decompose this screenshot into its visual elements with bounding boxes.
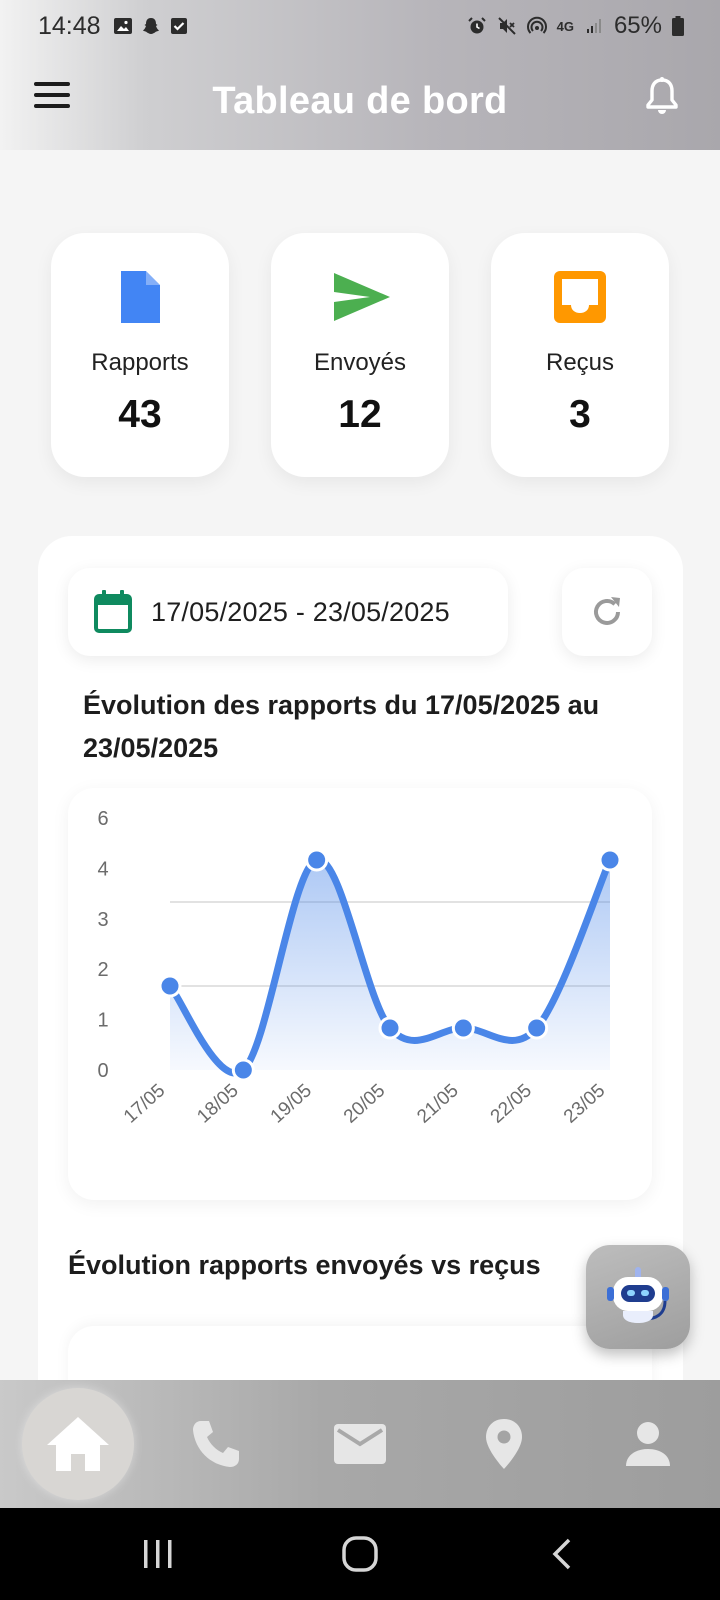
page-title: Tableau de bord	[212, 79, 508, 122]
x-tick-label: 18/05	[193, 1080, 242, 1127]
data-point	[305, 848, 329, 872]
menu-icon[interactable]	[34, 82, 70, 112]
line-chart: 0 1 2 3 4 6 17/05 18/05 19/05 20/05 21/05 22/05 23/0…	[97, 808, 622, 1128]
inbox-icon	[554, 271, 606, 323]
send-icon	[334, 273, 390, 321]
nav-item-home[interactable]	[22, 1380, 134, 1508]
stat-label: Rapports	[91, 349, 189, 376]
back-icon[interactable]	[532, 1532, 592, 1576]
system-nav-bar	[0, 1508, 720, 1600]
location-pin-icon	[486, 1419, 522, 1469]
status-time: 14:48	[38, 11, 101, 40]
data-point	[158, 974, 182, 998]
home-icon	[47, 1417, 109, 1471]
network-type: 4G	[556, 18, 574, 34]
hotspot-icon	[526, 16, 547, 34]
home-circle-icon[interactable]	[330, 1532, 390, 1576]
refresh-button[interactable]	[562, 568, 652, 656]
battery-icon	[672, 16, 684, 36]
y-tick-label: 3	[97, 909, 108, 931]
nav-item-location[interactable]	[454, 1380, 554, 1508]
y-tick-label: 4	[97, 858, 108, 880]
mute-icon	[497, 17, 516, 35]
x-tick-label: 22/05	[487, 1080, 536, 1127]
app-bar: Tableau de bord	[0, 52, 720, 150]
refresh-icon	[594, 597, 620, 625]
x-tick-label: 19/05	[267, 1080, 316, 1127]
y-tick-label: 0	[97, 1060, 108, 1082]
robot-icon	[607, 1267, 669, 1323]
data-point	[525, 1016, 549, 1040]
bottom-nav	[0, 1380, 720, 1508]
x-tick-label: 23/05	[560, 1080, 609, 1127]
calendar-icon	[94, 590, 132, 633]
mail-icon	[334, 1424, 386, 1464]
data-point	[598, 848, 622, 872]
y-tick-label: 2	[97, 959, 108, 981]
signal-icon	[586, 19, 601, 33]
bell-icon[interactable]	[644, 76, 680, 116]
x-tick-label: 21/05	[413, 1080, 462, 1127]
reports-chart: 0 1 2 3 4 6 17/05 18/05 19/05 20/05 21/05 22/05 23/0…	[68, 788, 652, 1200]
nav-item-mail[interactable]	[310, 1380, 410, 1508]
document-icon	[121, 271, 160, 323]
snapchat-icon	[142, 18, 159, 34]
stat-label: Envoyés	[313, 349, 407, 376]
y-tick-label: 6	[97, 808, 108, 830]
x-tick-label: 20/05	[340, 1080, 389, 1127]
chatbot-button[interactable]	[586, 1245, 690, 1349]
data-point	[378, 1016, 402, 1040]
stat-card-envoyes[interactable]: Envoyés 12	[271, 233, 449, 477]
stat-label: Reçus	[545, 349, 615, 376]
stat-value: 12	[338, 393, 382, 436]
x-tick-label: 17/05	[120, 1080, 169, 1127]
y-tick-label: 1	[97, 1010, 108, 1032]
checkbox-icon	[170, 18, 187, 34]
series-area	[170, 859, 610, 1074]
section-title: Évolution rapports envoyés vs reçus	[68, 1250, 541, 1280]
stat-value: 43	[118, 393, 162, 436]
stat-card-recus[interactable]: Reçus 3	[491, 233, 669, 477]
person-icon	[626, 1422, 670, 1466]
image-icon	[113, 18, 132, 34]
stat-card-rapports[interactable]: Rapports 43	[51, 233, 229, 477]
date-range-text: 17/05/2025 - 23/05/2025	[151, 596, 450, 627]
chart-title: Évolution des rapports du 17/05/2025 au …	[83, 690, 600, 763]
recents-icon[interactable]	[128, 1532, 188, 1576]
data-point	[231, 1058, 255, 1082]
status-bar: 14:48 4G 65%	[0, 0, 720, 52]
alarm-icon	[467, 17, 486, 34]
battery-percent: 65%	[613, 12, 662, 39]
data-point	[451, 1016, 475, 1040]
phone-icon	[193, 1421, 239, 1467]
nav-item-phone[interactable]	[166, 1380, 266, 1508]
stat-value: 3	[569, 393, 591, 436]
nav-item-profile[interactable]	[598, 1380, 698, 1508]
date-range-picker[interactable]: 17/05/2025 - 23/05/2025	[68, 568, 508, 656]
header: 14:48 4G 65% Tableau de bord	[0, 0, 720, 150]
